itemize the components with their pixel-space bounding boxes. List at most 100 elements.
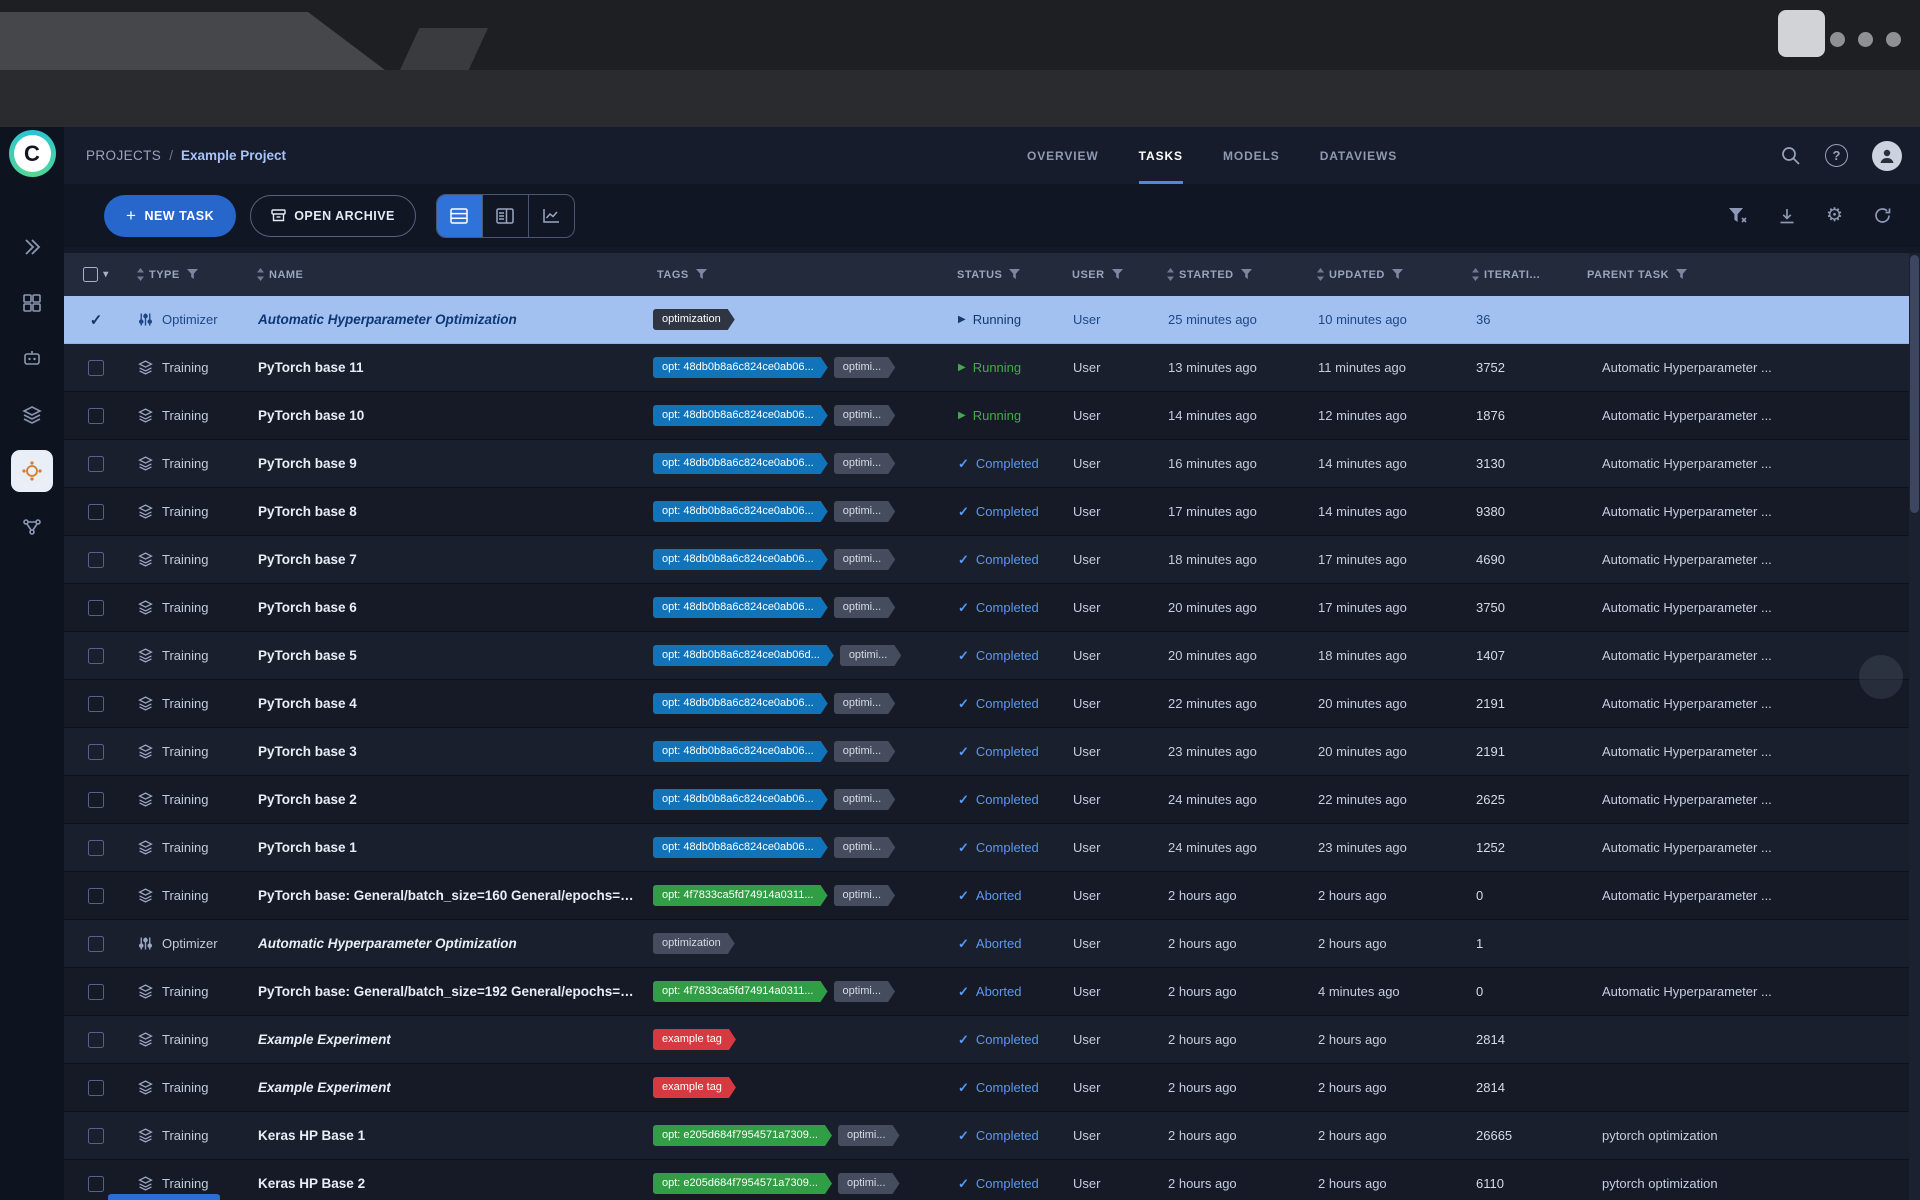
tag-blue[interactable]: opt: 48db0b8a6c824ce0ab06... xyxy=(653,357,828,378)
task-name-cell[interactable]: PyTorch base 5 xyxy=(248,648,648,663)
task-name-cell[interactable]: PyTorch base 1 xyxy=(248,840,648,855)
row-checkbox[interactable] xyxy=(88,1176,104,1192)
new-task-button[interactable]: + NEW TASK xyxy=(104,195,236,237)
task-name-cell[interactable]: Automatic Hyperparameter Optimization xyxy=(248,312,648,327)
clearml-logo[interactable]: C xyxy=(9,130,56,177)
filter-icon[interactable] xyxy=(1112,269,1123,280)
tag-red[interactable]: example tag xyxy=(653,1029,736,1050)
task-name-cell[interactable]: PyTorch base 9 xyxy=(248,456,648,471)
row-checkbox[interactable] xyxy=(88,696,104,712)
column-header[interactable]: NAME xyxy=(248,268,648,281)
column-header[interactable]: PARENT TASK xyxy=(1578,269,1920,281)
tag-blue[interactable]: opt: 48db0b8a6c824ce0ab06... xyxy=(653,597,828,618)
open-archive-button[interactable]: OPEN ARCHIVE xyxy=(250,195,416,237)
table-row[interactable]: ✓ Training Keras HP Base 2 opt: e205d684… xyxy=(64,1160,1920,1200)
tab-models[interactable]: MODELS xyxy=(1223,127,1280,184)
row-checkbox[interactable] xyxy=(88,504,104,520)
tab-overview[interactable]: OVERVIEW xyxy=(1027,127,1099,184)
column-header[interactable]: ITERATI... xyxy=(1463,268,1578,281)
row-checkbox[interactable] xyxy=(88,456,104,472)
table-row[interactable]: ✓ Training PyTorch base 3 opt: 48db0b8a6… xyxy=(64,728,1920,776)
task-name-cell[interactable]: PyTorch base: General/batch_size=160 Gen… xyxy=(248,888,648,903)
tag-gray[interactable]: optimi... xyxy=(834,357,896,378)
sidebar-item-datasets[interactable] xyxy=(4,387,60,443)
table-row[interactable]: ✓ Training PyTorch base 2 opt: 48db0b8a6… xyxy=(64,776,1920,824)
tag-gray[interactable]: optimi... xyxy=(840,645,902,666)
browser-tab-secondary[interactable] xyxy=(400,28,488,70)
table-row[interactable]: ✓ Training PyTorch base 9 opt: 48db0b8a6… xyxy=(64,440,1920,488)
tab-dataviews[interactable]: DATAVIEWS xyxy=(1320,127,1397,184)
row-checkbox[interactable] xyxy=(88,1032,104,1048)
sidebar-item-automation[interactable] xyxy=(4,443,60,499)
row-checkbox[interactable] xyxy=(88,888,104,904)
table-row[interactable]: ✓ Training PyTorch base 1 opt: 48db0b8a6… xyxy=(64,824,1920,872)
sidebar-item-reports[interactable] xyxy=(4,275,60,331)
tag-red[interactable]: example tag xyxy=(653,1077,736,1098)
table-row[interactable]: ✓ Training PyTorch base: General/batch_s… xyxy=(64,872,1920,920)
tag-gray[interactable]: optimi... xyxy=(838,1125,900,1146)
chart-view-button[interactable] xyxy=(528,195,574,237)
column-header[interactable]: STARTED xyxy=(1158,268,1308,281)
tag-gray[interactable]: optimi... xyxy=(834,405,896,426)
row-checkbox[interactable] xyxy=(88,600,104,616)
browser-tab[interactable] xyxy=(0,12,385,70)
table-row[interactable]: ✓ Training PyTorch base 8 opt: 48db0b8a6… xyxy=(64,488,1920,536)
filter-icon[interactable] xyxy=(696,269,707,280)
browser-window-menu-dots[interactable] xyxy=(1830,32,1901,47)
tag-blue[interactable]: opt: 48db0b8a6c824ce0ab06... xyxy=(653,453,828,474)
tag-gray[interactable]: optimi... xyxy=(834,885,896,906)
sidebar-item-workers[interactable] xyxy=(4,331,60,387)
column-header[interactable]: TAGS xyxy=(648,269,948,281)
tag-blue[interactable]: opt: 48db0b8a6c824ce0ab06d... xyxy=(653,645,834,666)
tag-gray[interactable]: optimi... xyxy=(834,741,896,762)
task-name-cell[interactable]: Automatic Hyperparameter Optimization xyxy=(248,936,648,951)
row-checkbox[interactable] xyxy=(88,936,104,952)
task-name-cell[interactable]: PyTorch base: General/batch_size=192 Gen… xyxy=(248,984,648,999)
task-name-cell[interactable]: PyTorch base 6 xyxy=(248,600,648,615)
tag-blue[interactable]: opt: 48db0b8a6c824ce0ab06... xyxy=(653,501,828,522)
settings-gear-icon[interactable]: ⚙ xyxy=(1826,206,1843,225)
tag-green[interactable]: opt: e205d684f7954571a7309... xyxy=(653,1173,832,1194)
auto-refresh-icon[interactable] xyxy=(1873,206,1892,225)
tag-gray[interactable]: optimi... xyxy=(834,549,896,570)
row-checkbox[interactable] xyxy=(88,360,104,376)
download-icon[interactable] xyxy=(1778,207,1796,225)
tag-blue[interactable]: opt: 48db0b8a6c824ce0ab06... xyxy=(653,405,828,426)
tag-gray[interactable]: optimi... xyxy=(834,837,896,858)
clear-filters-icon[interactable] xyxy=(1728,207,1748,225)
select-all-checkbox[interactable] xyxy=(83,267,98,282)
tag-green[interactable]: opt: 4f7833ca5fd74914a0311... xyxy=(653,885,828,906)
row-selected-check-icon[interactable]: ✓ xyxy=(90,311,103,329)
row-checkbox[interactable] xyxy=(88,1080,104,1096)
tag-blue[interactable]: opt: 48db0b8a6c824ce0ab06... xyxy=(653,549,828,570)
breadcrumb-projects[interactable]: PROJECTS xyxy=(86,148,161,163)
search-icon[interactable] xyxy=(1780,145,1801,166)
task-name-cell[interactable]: Example Experiment xyxy=(248,1032,648,1047)
row-checkbox[interactable] xyxy=(88,792,104,808)
help-icon[interactable]: ? xyxy=(1825,144,1848,167)
table-row[interactable]: ✓ Optimizer Automatic Hyperparameter Opt… xyxy=(64,920,1920,968)
task-name-cell[interactable]: PyTorch base 4 xyxy=(248,696,648,711)
sidebar-item-projects[interactable] xyxy=(4,219,60,275)
table-row[interactable]: ✓ Training Keras HP Base 1 opt: e205d684… xyxy=(64,1112,1920,1160)
table-row[interactable]: ✓ Training Example Experiment example ta… xyxy=(64,1016,1920,1064)
filter-icon[interactable] xyxy=(187,269,198,280)
task-name-cell[interactable]: PyTorch base 2 xyxy=(248,792,648,807)
task-name-cell[interactable]: PyTorch base 7 xyxy=(248,552,648,567)
task-name-cell[interactable]: PyTorch base 10 xyxy=(248,408,648,423)
column-header[interactable]: USER xyxy=(1063,269,1158,281)
tag-dark[interactable]: optimization xyxy=(653,309,735,330)
tag-gray[interactable]: optimi... xyxy=(834,789,896,810)
task-name-cell[interactable]: Example Experiment xyxy=(248,1080,648,1095)
table-row[interactable]: ✓ Training PyTorch base: General/batch_s… xyxy=(64,968,1920,1016)
tag-blue[interactable]: opt: 48db0b8a6c824ce0ab06... xyxy=(653,693,828,714)
row-checkbox[interactable] xyxy=(88,744,104,760)
table-row[interactable]: ✓ Training PyTorch base 7 opt: 48db0b8a6… xyxy=(64,536,1920,584)
tag-gray[interactable]: optimi... xyxy=(834,693,896,714)
split-view-button[interactable] xyxy=(482,195,528,237)
tag-green[interactable]: opt: 4f7833ca5fd74914a0311... xyxy=(653,981,828,1002)
breadcrumb-project-name[interactable]: Example Project xyxy=(181,148,286,163)
select-all-cell[interactable]: ▾ xyxy=(64,267,128,282)
table-row[interactable]: ✓ Training Example Experiment example ta… xyxy=(64,1064,1920,1112)
avatar[interactable] xyxy=(1872,141,1902,171)
